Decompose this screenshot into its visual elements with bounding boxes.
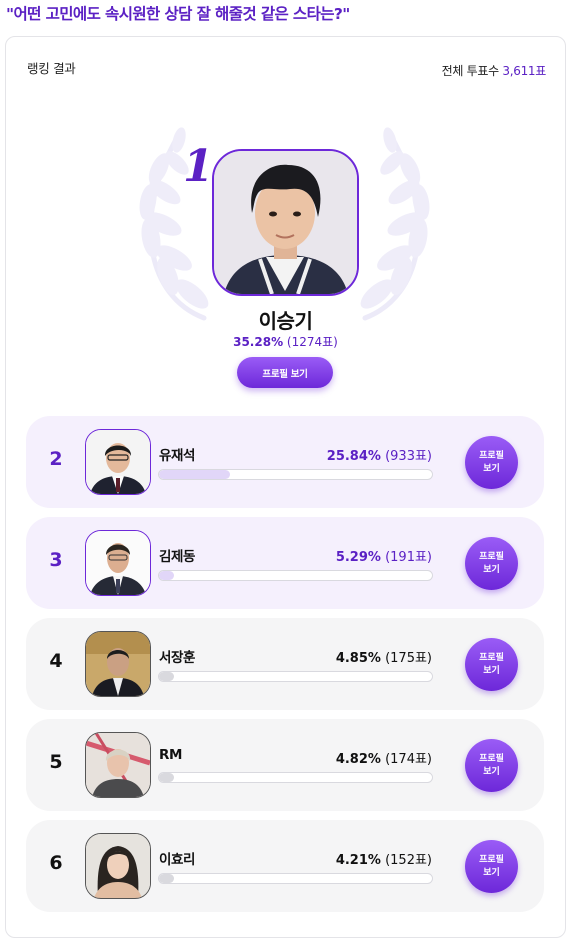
- vote-share-fill: [159, 470, 230, 479]
- row-stat: 4.21% (152표): [336, 849, 432, 868]
- ranking-row: 3 김제동 5.29% (191표) 프로필보기: [26, 517, 544, 609]
- portrait-icon: [86, 430, 150, 494]
- profile-button[interactable]: 프로필보기: [465, 638, 518, 691]
- total-votes-label: 전체 투표수: [441, 64, 500, 78]
- row-stat: 5.29% (191표): [336, 546, 432, 565]
- row-percent: 25.84%: [326, 449, 381, 464]
- profile-button[interactable]: 프로필보기: [465, 840, 518, 893]
- row-rank: 6: [49, 852, 63, 874]
- winner-photo: [212, 149, 359, 296]
- profile-button-line1: 프로필: [479, 854, 504, 865]
- portrait-icon: [86, 834, 150, 898]
- ranking-card: 랭킹 결과 전체 투표수 3,611표 1 이승기 35.28% (1274표)…: [5, 36, 566, 938]
- profile-button-line1: 프로필: [479, 551, 504, 562]
- row-percent: 4.85%: [335, 651, 381, 666]
- poll-question: "어떤 고민에도 속시원한 상담 잘 해줄것 같은 스타는?": [6, 5, 350, 23]
- portrait-icon: [86, 632, 150, 696]
- ranking-row: 4 서장훈 4.85% (175표) 프로필보기: [26, 618, 544, 710]
- row-photo: [85, 530, 151, 596]
- profile-button-line1: 프로필: [479, 652, 504, 663]
- row-votes: (191표): [385, 550, 432, 565]
- profile-button-line2: 보기: [483, 564, 500, 575]
- row-votes: (175표): [385, 651, 432, 666]
- vote-share-bar: [158, 570, 433, 581]
- row-percent: 4.21%: [335, 853, 381, 868]
- row-name: 서장훈: [159, 650, 196, 666]
- profile-button-line2: 보기: [483, 766, 500, 777]
- vote-share-bar: [158, 671, 433, 682]
- row-name: 유재석: [159, 448, 196, 464]
- vote-share-fill: [159, 773, 174, 782]
- profile-button[interactable]: 프로필보기: [465, 436, 518, 489]
- profile-button-line1: 프로필: [479, 753, 504, 764]
- vote-share-bar: [158, 873, 433, 884]
- profile-button-line1: 프로필: [479, 450, 504, 461]
- winner-profile-button[interactable]: 프로필 보기: [237, 357, 333, 388]
- row-rank: 4: [49, 650, 63, 672]
- row-photo: [85, 732, 151, 798]
- ranking-label: 랭킹 결과: [27, 61, 76, 76]
- portrait-icon: [86, 733, 150, 797]
- row-percent: 4.82%: [335, 752, 381, 767]
- row-name: RM: [159, 747, 183, 763]
- row-rank: 2: [49, 448, 63, 470]
- winner-name: 이승기: [258, 309, 313, 333]
- vote-share-fill: [159, 672, 174, 681]
- row-rank: 3: [49, 549, 63, 571]
- row-votes: (933표): [385, 449, 432, 464]
- row-photo: [85, 429, 151, 495]
- row-photo: [85, 631, 151, 697]
- row-name: 김제동: [159, 549, 196, 565]
- ranking-row: 6 이효리 4.21% (152표) 프로필보기: [26, 820, 544, 912]
- portrait-icon: [86, 531, 150, 595]
- row-votes: (152표): [385, 853, 432, 868]
- row-stat: 25.84% (933표): [327, 445, 432, 464]
- winner-stat: 35.28% (1274표): [6, 333, 565, 350]
- profile-button[interactable]: 프로필보기: [465, 537, 518, 590]
- vote-share-bar: [158, 469, 433, 480]
- row-stat: 4.85% (175표): [336, 647, 432, 666]
- total-votes: 전체 투표수 3,611표: [441, 62, 547, 79]
- total-votes-value: 3,611표: [502, 64, 546, 78]
- winner-percent: 35.28%: [233, 335, 284, 349]
- vote-share-bar: [158, 772, 433, 783]
- ranking-row: 2 유재석 25.84% (933표) 프로필보기: [26, 416, 544, 508]
- vote-share-fill: [159, 874, 174, 883]
- profile-button-line2: 보기: [483, 867, 500, 878]
- winner-rank: 1: [183, 141, 214, 192]
- row-percent: 5.29%: [335, 550, 381, 565]
- row-photo: [85, 833, 151, 899]
- row-votes: (174표): [385, 752, 432, 767]
- vote-share-fill: [159, 571, 174, 580]
- profile-button-line2: 보기: [483, 463, 500, 474]
- row-rank: 5: [49, 751, 63, 773]
- profile-button[interactable]: 프로필보기: [465, 739, 518, 792]
- row-name: 이효리: [159, 852, 196, 868]
- ranking-row: 5 RM 4.82% (174표) 프로필보기: [26, 719, 544, 811]
- profile-button-line2: 보기: [483, 665, 500, 676]
- winner-votes: (1274표): [286, 335, 338, 349]
- winner-portrait-icon: [214, 151, 357, 294]
- row-stat: 4.82% (174표): [336, 748, 432, 767]
